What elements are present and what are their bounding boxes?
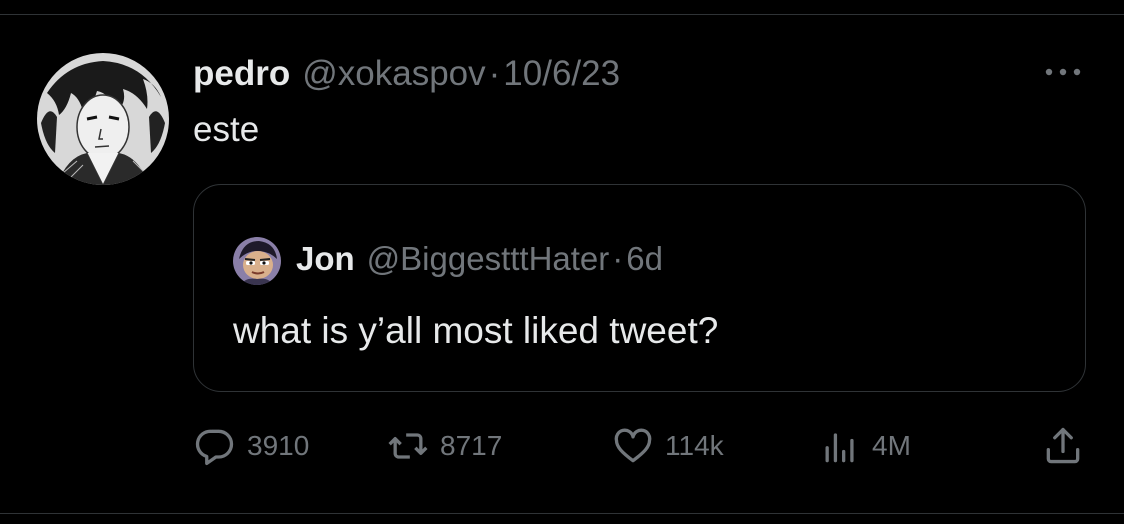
heart-icon	[614, 428, 652, 463]
post-action-bar: 3910 8717 114k 4M	[193, 420, 1086, 472]
post-header: pedro @xokaspov · 10/6/23	[193, 50, 620, 98]
quoted-author-display-name[interactable]: Jon	[296, 240, 355, 278]
reply-bubble-icon	[195, 429, 234, 466]
quoted-post-card[interactable]: Jon @BiggestttHater · 6d what is y’all m…	[193, 184, 1086, 392]
quoted-header-separator: ·	[612, 240, 624, 277]
author-display-name[interactable]: pedro	[193, 54, 290, 94]
post-text: este	[193, 110, 260, 149]
header-separator: ·	[488, 54, 501, 93]
top-divider	[0, 14, 1124, 15]
share-button[interactable]	[1041, 420, 1085, 472]
views-button[interactable]: 4M	[818, 420, 911, 472]
quoted-author-avatar[interactable]	[233, 237, 281, 285]
author-avatar[interactable]	[37, 53, 169, 185]
like-button[interactable]: 114k	[611, 420, 724, 472]
quoted-author-handle[interactable]: @BiggestttHater	[367, 240, 610, 278]
quoted-post-time[interactable]: 6d	[626, 240, 663, 278]
quoted-post-text: what is y’all most liked tweet?	[233, 310, 719, 351]
post-date[interactable]: 10/6/23	[503, 54, 620, 94]
views-count: 4M	[872, 430, 911, 461]
views-bar-chart-icon	[825, 433, 854, 463]
anime-portrait-avatar-image	[37, 53, 169, 185]
more-options-button[interactable]	[1038, 60, 1088, 84]
reply-button[interactable]: 3910	[193, 420, 309, 472]
retweet-button[interactable]: 8717	[386, 420, 502, 472]
retweet-count: 8717	[440, 430, 503, 461]
quoted-post-header: Jon @BiggestttHater · 6d	[296, 237, 663, 281]
bottom-divider	[0, 513, 1124, 514]
more-horizontal-icon	[1045, 68, 1081, 76]
share-icon	[1046, 427, 1080, 464]
like-count: 114k	[665, 430, 724, 461]
author-handle[interactable]: @xokaspov	[302, 54, 485, 94]
cartoon-avatar-image	[233, 237, 281, 285]
retweet-icon	[388, 433, 428, 459]
reply-count: 3910	[247, 430, 310, 461]
